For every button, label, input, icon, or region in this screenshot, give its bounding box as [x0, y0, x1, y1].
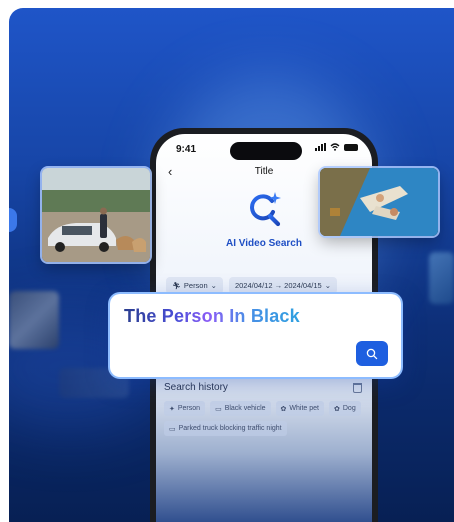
- history-tag[interactable]: ▭ Parked truck blocking traffic night: [164, 421, 287, 436]
- search-button[interactable]: [356, 341, 388, 366]
- person-icon: 🏃︎: [172, 282, 181, 290]
- filter-object-label: Person: [183, 281, 208, 290]
- chevron-down-icon: ⌄: [324, 281, 331, 290]
- status-icons: [315, 143, 358, 151]
- search-history: Search history ✦ Person ▭ Black vehicle ✿ W…: [164, 382, 362, 436]
- history-tags: ✦ Person ▭ Black vehicle ✿ White pet ✿ Dog ▭…: [164, 401, 362, 436]
- person-icon: ✦: [169, 405, 175, 413]
- carousel-indicator: [9, 208, 17, 232]
- driveway-scene: [42, 168, 150, 262]
- signal-icon: [315, 143, 326, 151]
- history-tag[interactable]: ✿ White pet: [275, 401, 324, 416]
- history-tag-label: Person: [177, 405, 201, 412]
- history-tag[interactable]: ▭ Black vehicle: [210, 401, 271, 416]
- filter-object-dropdown[interactable]: 🏃︎ Person ⌄: [166, 277, 223, 294]
- chevron-down-icon: ⌄: [210, 281, 217, 290]
- history-tag-label: White pet: [289, 405, 319, 412]
- history-tag-label: Dog: [342, 405, 356, 412]
- search-query-text[interactable]: The Person In Black: [124, 306, 300, 327]
- history-tag[interactable]: ✿ Dog: [329, 401, 361, 416]
- trash-icon[interactable]: [353, 382, 362, 393]
- dynamic-island: [230, 142, 302, 160]
- camera-thumbnail-pool: [320, 168, 438, 236]
- pool-scene: [320, 168, 438, 236]
- wifi-icon: [330, 143, 340, 151]
- pet-icon: ✿: [334, 405, 340, 413]
- car-icon: ▭: [169, 425, 176, 433]
- history-tag[interactable]: ✦ Person: [164, 401, 206, 416]
- blurred-camera-tile: [9, 291, 59, 349]
- camera-thumbnail-driveway: [42, 168, 150, 262]
- search-history-title: Search history: [164, 382, 228, 393]
- car-icon: ▭: [215, 405, 222, 413]
- history-tag-label: Parked truck blocking traffic night: [178, 425, 282, 432]
- history-tag-label: Black vehicle: [224, 405, 266, 412]
- status-time: 9:41: [176, 144, 197, 155]
- ai-search-logo-icon: [250, 192, 281, 227]
- search-icon: [366, 348, 378, 359]
- filter-date-label: 2024/04/12 → 2024/04/15: [234, 281, 322, 290]
- search-history-header: Search history: [164, 382, 362, 393]
- app-name: AI Video Search: [226, 238, 302, 249]
- blurred-camera-tile: [429, 252, 454, 304]
- search-query-card[interactable]: The Person In Black: [110, 294, 401, 377]
- filter-chips: 🏃︎ Person ⌄ 2024/04/12 → 2024/04/15 ⌄: [166, 277, 337, 294]
- filter-date-dropdown[interactable]: 2024/04/12 → 2024/04/15 ⌄: [228, 277, 337, 294]
- pet-icon: ✿: [280, 405, 287, 413]
- battery-icon: [344, 143, 358, 151]
